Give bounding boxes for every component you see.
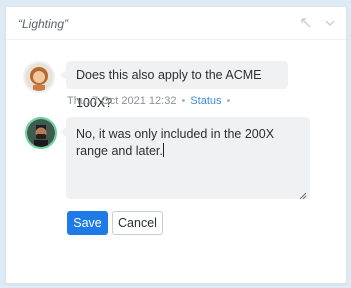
collapse-icon[interactable]	[300, 16, 312, 28]
reply-text: No, it was only included in the 200X ran…	[76, 127, 275, 158]
cancel-button[interactable]: Cancel	[112, 211, 163, 235]
reply-editor[interactable]: No, it was only included in the 200X ran…	[60, 117, 310, 200]
header-actions	[300, 16, 336, 28]
text-caret	[162, 143, 164, 157]
timestamp: Thu, 7 Oct 2021 12:32	[67, 95, 177, 107]
avatar	[25, 117, 57, 149]
save-button[interactable]: Save	[67, 211, 108, 235]
separator: •	[181, 95, 186, 107]
resize-handle-icon[interactable]	[299, 188, 307, 200]
separator: •	[226, 95, 231, 107]
comment-meta: Thu, 7 Oct 2021 12:32 • Status •	[67, 95, 235, 107]
thread-title: “Lighting”	[18, 17, 69, 31]
chevron-down-icon[interactable]	[324, 16, 336, 28]
status-link[interactable]: Status	[190, 95, 221, 107]
avatar	[23, 61, 55, 93]
header-divider	[6, 39, 346, 40]
comment-text: Does this also apply to the ACME 100X?	[60, 61, 288, 110]
